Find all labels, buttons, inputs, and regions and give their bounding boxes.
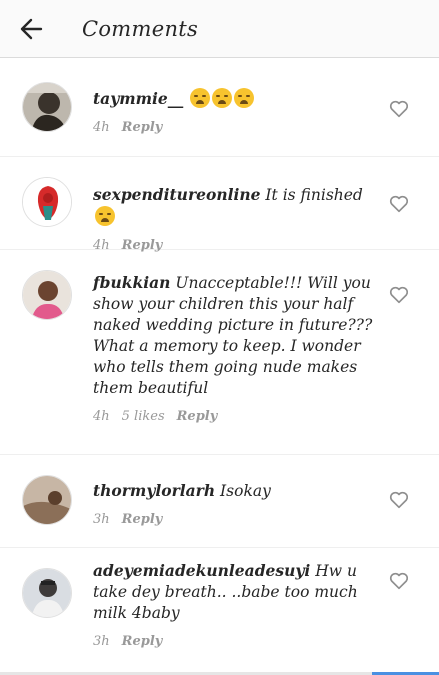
comment-row: taymmie__ 4h Reply (0, 62, 439, 157)
comment-list: taymmie__ 4h Reply sexpenditureonline It… (0, 62, 439, 672)
comment-body: It is finished (260, 186, 363, 204)
heart-icon[interactable] (388, 489, 410, 511)
reply-button[interactable]: Reply (177, 409, 218, 424)
comment-username[interactable]: taymmie__ (93, 89, 183, 108)
reply-button[interactable]: Reply (122, 512, 163, 527)
avatar[interactable] (22, 568, 72, 618)
comment-row: thormylorlarh Isokay 3h Reply (0, 455, 439, 548)
reply-button[interactable]: Reply (122, 120, 163, 135)
app-header: Comments (0, 0, 439, 58)
smiley-emoji-icon (234, 88, 255, 108)
heart-icon[interactable] (388, 570, 410, 592)
comment-username[interactable]: fbukkian (93, 273, 170, 292)
comment-text: adeyemiadekunleadesuyi Hw u take dey bre… (93, 560, 377, 624)
comment-body: Unacceptable!!! Will you show your child… (93, 274, 373, 397)
reply-button[interactable]: Reply (122, 634, 163, 649)
comment-text: sexpenditureonline It is finished (93, 184, 377, 228)
comment-time: 4h (93, 120, 110, 135)
comment-meta: 4h Reply (93, 120, 377, 135)
comment-time: 3h (93, 512, 110, 527)
comment-meta: 3h Reply (93, 512, 377, 527)
comment-username[interactable]: adeyemiadekunleadesuyi (93, 561, 310, 580)
heart-icon[interactable] (388, 284, 410, 306)
smiley-emoji-icon (95, 206, 115, 226)
avatar[interactable] (22, 177, 72, 227)
likes-count[interactable]: 5 likes (122, 409, 165, 424)
comment-row: sexpenditureonline It is finished 4h Rep… (0, 157, 439, 253)
comment-text: taymmie__ (93, 88, 377, 110)
avatar[interactable] (22, 475, 72, 525)
comment-meta: 4h 5 likes Reply (93, 409, 377, 424)
heart-icon[interactable] (388, 98, 410, 120)
comment-text: fbukkian Unacceptable!!! Will you show y… (93, 272, 377, 399)
avatar[interactable] (22, 82, 72, 132)
smiley-emoji-icon (190, 88, 211, 108)
comment-row: adeyemiadekunleadesuyi Hw u take dey bre… (0, 548, 439, 672)
smiley-emoji-icon (212, 88, 233, 108)
comment-row: fbukkian Unacceptable!!! Will you show y… (0, 250, 439, 455)
comment-time: 4h (93, 409, 110, 424)
comment-username[interactable]: thormylorlarh (93, 481, 215, 500)
comment-body: Isokay (215, 482, 271, 500)
comment-meta: 3h Reply (93, 634, 377, 649)
comment-text: thormylorlarh Isokay (93, 480, 377, 502)
comment-time: 3h (93, 634, 110, 649)
avatar[interactable] (22, 270, 72, 320)
page-title: Comments (82, 16, 199, 41)
heart-icon[interactable] (388, 193, 410, 215)
comment-username[interactable]: sexpenditureonline (93, 185, 261, 204)
back-arrow-icon[interactable] (16, 14, 46, 44)
